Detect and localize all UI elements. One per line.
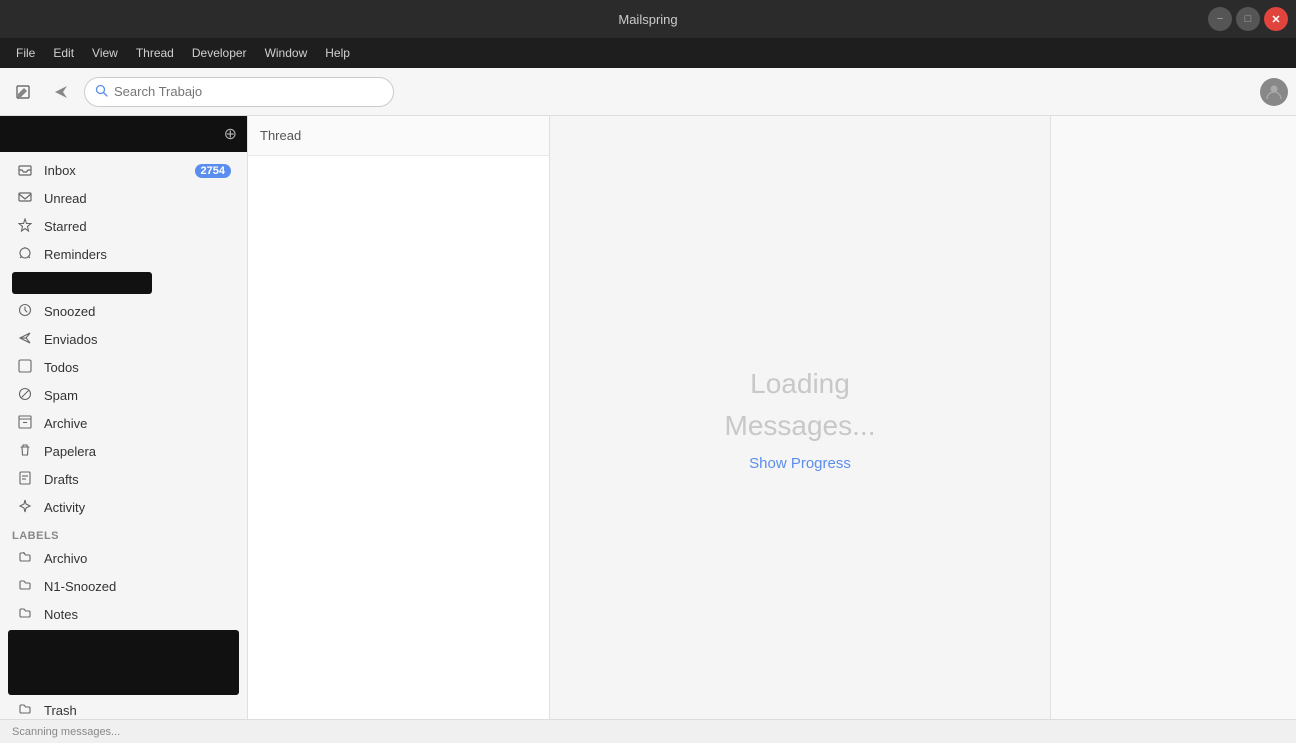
sidebar-item-inbox[interactable]: Inbox 2754 [4,157,243,184]
sidebar-item-label: Trash [44,703,231,718]
sidebar-item-trash[interactable]: Trash [4,697,243,719]
sidebar-item-label: Activity [44,500,231,515]
minimize-button[interactable]: − [1208,7,1232,31]
spam-icon [16,387,34,404]
sidebar-item-unread[interactable]: Unread [4,185,243,212]
sidebar-item-papelera[interactable]: Papelera [4,438,243,465]
statusbar: Scanning messages... [0,719,1296,743]
loading-text: Loading Messages... [725,363,876,447]
thread-pane: Thread [248,116,550,719]
sidebar-item-reminders[interactable]: Reminders [4,241,243,268]
n1snoozed-label-icon [16,578,34,595]
account-toggle-button[interactable]: ⊕ [224,124,237,144]
enviados-icon [16,331,34,348]
drafts-icon [16,471,34,488]
todos-icon [16,359,34,376]
window-controls: − □ ✕ [1208,7,1288,31]
titlebar: Mailspring − □ ✕ [0,0,1296,38]
show-progress-button[interactable]: Show Progress [749,455,851,472]
sidebar-item-todos[interactable]: Todos [4,354,243,381]
redacted-label-block [8,630,239,695]
menu-developer[interactable]: Developer [184,43,255,63]
menu-file[interactable]: File [8,43,43,63]
avatar[interactable] [1260,78,1288,106]
sidebar-item-label: N1-Snoozed [44,579,231,594]
archive-icon [16,415,34,432]
sidebar-item-label: Spam [44,388,231,403]
sidebar-item-label: Papelera [44,444,231,459]
app-title: Mailspring [618,12,677,27]
sidebar-item-label: Todos [44,360,231,375]
sidebar-item-label: Unread [44,191,231,206]
loading-line1: Loading [750,368,850,399]
trash-label-icon [16,702,34,719]
account-header[interactable]: ⊕ [0,116,247,152]
menu-thread[interactable]: Thread [128,43,182,63]
papelera-icon [16,443,34,460]
inbox-badge: 2754 [195,164,231,178]
status-text: Scanning messages... [12,726,120,738]
search-bar[interactable] [84,77,394,107]
sidebar-item-label: Starred [44,219,231,234]
inbox-icon [16,162,34,179]
search-icon [95,84,108,100]
send-mode-button[interactable] [46,77,76,107]
sidebar-item-drafts[interactable]: Drafts [4,466,243,493]
sidebar-list: Inbox 2754 Unread Starred [0,152,247,719]
activity-icon [16,499,34,516]
sidebar-item-n1snoozed[interactable]: N1-Snoozed [4,573,243,600]
archivo-label-icon [16,550,34,567]
loading-line2: Messages... [725,410,876,441]
sidebar-item-starred[interactable]: Starred [4,213,243,240]
compose-button[interactable] [8,77,38,107]
sidebar-item-label: Reminders [44,247,231,262]
sidebar-item-label: Archivo [44,551,231,566]
menu-view[interactable]: View [84,43,126,63]
sidebar-item-label: Enviados [44,332,231,347]
snoozed-icon [16,303,34,320]
account-name [10,124,170,144]
notes-label-icon [16,606,34,623]
sidebar-item-archivo[interactable]: Archivo [4,545,243,572]
sidebar-item-snoozed[interactable]: Snoozed [4,298,243,325]
maximize-button[interactable]: □ [1236,7,1260,31]
starred-icon [16,218,34,235]
right-pane [1050,116,1296,719]
sidebar-item-label: Drafts [44,472,231,487]
sidebar-item-archive[interactable]: Archive [4,410,243,437]
sidebar-item-label: Snoozed [44,304,231,319]
sidebar-item-label: Archive [44,416,231,431]
sidebar-item-label: Inbox [44,163,185,178]
thread-pane-header: Thread [248,116,549,156]
toolbar [0,68,1296,116]
sidebar-item-notes[interactable]: Notes [4,601,243,628]
unread-icon [16,190,34,207]
content-pane: Loading Messages... Show Progress [550,116,1050,719]
main-layout: ⊕ Inbox 2754 Unread [0,116,1296,719]
thread-header-label: Thread [260,128,301,143]
close-button[interactable]: ✕ [1264,7,1288,31]
reminders-icon [16,246,34,263]
labels-section-header: Labels [0,522,247,544]
sidebar-item-enviados[interactable]: Enviados [4,326,243,353]
redacted-item [12,272,152,294]
sidebar-item-activity[interactable]: Activity [4,494,243,521]
menubar: File Edit View Thread Developer Window H… [0,38,1296,68]
search-input[interactable] [114,84,383,99]
menu-window[interactable]: Window [257,43,316,63]
menu-help[interactable]: Help [317,43,358,63]
sidebar-item-label: Notes [44,607,231,622]
sidebar-item-spam[interactable]: Spam [4,382,243,409]
menu-edit[interactable]: Edit [45,43,82,63]
sidebar: ⊕ Inbox 2754 Unread [0,116,248,719]
